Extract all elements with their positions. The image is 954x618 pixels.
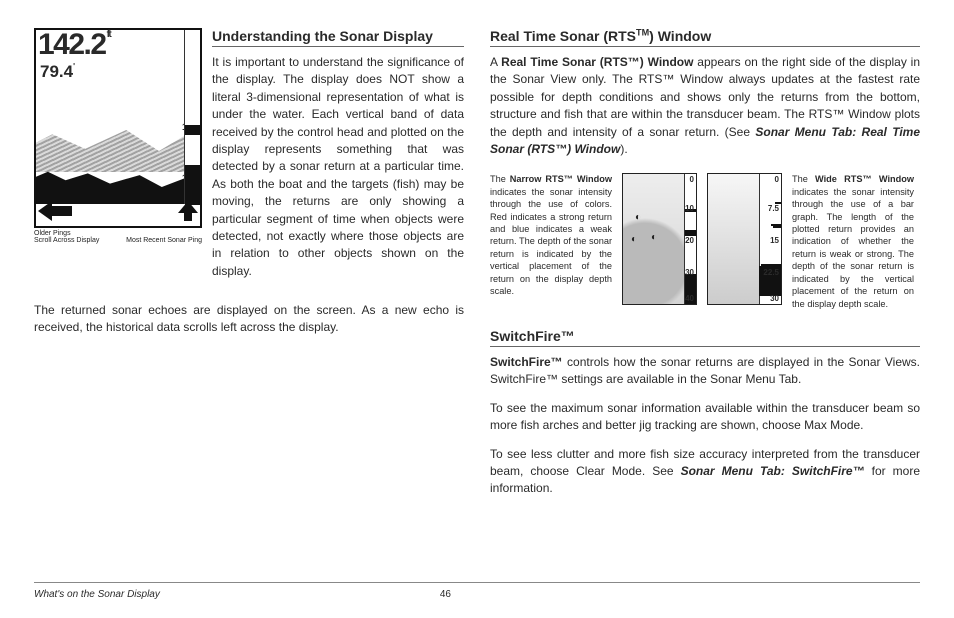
arrow-up-icon — [178, 201, 198, 226]
heading-switchfire: SwitchFire™ — [490, 328, 920, 347]
understanding-para1: It is important to understand the signif… — [212, 54, 464, 280]
heading-rts-post: ) Window — [649, 28, 711, 44]
tick-0: 0 — [690, 175, 694, 184]
rts-para: A Real Time Sonar (RTS™) Window appears … — [490, 54, 920, 158]
wide-caption: The Wide RTS™ Window indicates the sonar… — [792, 173, 914, 310]
depth-sub-unit: ' — [73, 62, 75, 71]
caption-left-line2: Scroll Across Display — [34, 237, 99, 244]
narrow-caption-pre: The — [490, 174, 510, 184]
fish-icon: ◐ — [631, 234, 637, 245]
sf-para1: SwitchFire™ controls how the sonar retur… — [490, 354, 920, 389]
depth-secondary-readout: 79.4' — [40, 62, 75, 82]
caption-right: Most Recent Sonar Ping — [126, 237, 202, 244]
page-footer: What's on the Sonar Display 46 — [34, 582, 920, 600]
narrow-caption-body: indicates the sonar intensity through th… — [490, 187, 612, 296]
depth-sub-value: 79.4 — [40, 62, 73, 81]
fish-icon: ◐ — [651, 232, 657, 243]
rts-para-c: ). — [620, 142, 627, 156]
depth-main-unit: ft — [107, 29, 111, 40]
depth-main-readout: 142.2ft — [38, 30, 110, 60]
rts-para-bold: Real Time Sonar (RTS™) Window — [501, 55, 693, 69]
sf-para2: To see the maximum sonar information ava… — [490, 400, 920, 435]
sf-para3: To see less clutter and more fish size a… — [490, 446, 920, 498]
tm-mark: TM — [636, 27, 649, 37]
sonar-return-band — [36, 130, 200, 172]
caption-left: Older Pings Scroll Across Display — [34, 230, 99, 244]
heading-rts: Real Time Sonar (RTSTM) Window — [490, 28, 920, 47]
tick-40: 40 — [685, 294, 694, 303]
right-column: Real Time Sonar (RTSTM) Window A Real Ti… — [490, 28, 920, 574]
tick-0: 0 — [775, 175, 779, 184]
wide-caption-body: indicates the sonar intensity through th… — [792, 187, 914, 309]
tick-7: 7.5 — [768, 204, 779, 213]
tick-22: 22.5 — [763, 268, 779, 277]
rts-para-a: A — [490, 55, 501, 69]
heading-understanding: Understanding the Sonar Display — [212, 28, 464, 47]
sf-para1-bold: SwitchFire™ — [490, 355, 563, 369]
two-column-layout: 142.2ft 79.4' 4.3mph 0 50 100 150 200 — [34, 28, 920, 574]
rts-strip — [184, 30, 200, 204]
sonar-figure-caption: Older Pings Scroll Across Display Most R… — [34, 230, 202, 244]
understanding-para2: The returned sonar echoes are displayed … — [34, 302, 464, 337]
sonar-bottom-fill — [36, 170, 184, 204]
tick-10: 10 — [685, 204, 694, 213]
fish-icon: ◐ — [635, 212, 641, 223]
narrow-caption-bold: Narrow RTS™ Window — [510, 174, 612, 184]
tick-20: 20 — [685, 236, 694, 245]
arrow-row — [36, 204, 200, 226]
footer-section-title: What's on the Sonar Display — [34, 589, 160, 600]
footer-page-number: 46 — [440, 589, 451, 600]
heading-rts-pre: Real Time Sonar (RTS — [490, 28, 636, 44]
sonar-display-figure: 142.2ft 79.4' 4.3mph 0 50 100 150 200 — [34, 28, 202, 291]
rts-figures-row: The Narrow RTS™ Window indicates the son… — [490, 173, 920, 310]
tick-15: 15 — [770, 236, 779, 245]
narrow-caption: The Narrow RTS™ Window indicates the son… — [490, 173, 612, 310]
wide-rts-figure: 0 7.5 15 22.5 30 — [707, 173, 782, 305]
left-column: 142.2ft 79.4' 4.3mph 0 50 100 150 200 — [34, 28, 464, 574]
narrow-rts-figure: ◐ ◐ ◐ 0 10 20 30 40 — [622, 173, 697, 305]
arrow-left-icon — [38, 201, 72, 226]
wide-caption-pre: The — [792, 174, 815, 184]
wide-caption-bold: Wide RTS™ Window — [815, 174, 914, 184]
manual-page: 142.2ft 79.4' 4.3mph 0 50 100 150 200 — [0, 0, 954, 618]
tick-30: 30 — [685, 268, 694, 277]
tick-30: 30 — [770, 294, 779, 303]
understanding-block: Understanding the Sonar Display It is im… — [212, 28, 464, 291]
caption-left-line1: Older Pings — [34, 230, 99, 237]
sonar-screen-illustration: 142.2ft 79.4' 4.3mph 0 50 100 150 200 — [34, 28, 202, 228]
sf-para3-ref: Sonar Menu Tab: SwitchFire™ — [681, 464, 865, 478]
figure-and-intro: 142.2ft 79.4' 4.3mph 0 50 100 150 200 — [34, 28, 464, 291]
depth-main-value: 142.2 — [38, 28, 106, 61]
